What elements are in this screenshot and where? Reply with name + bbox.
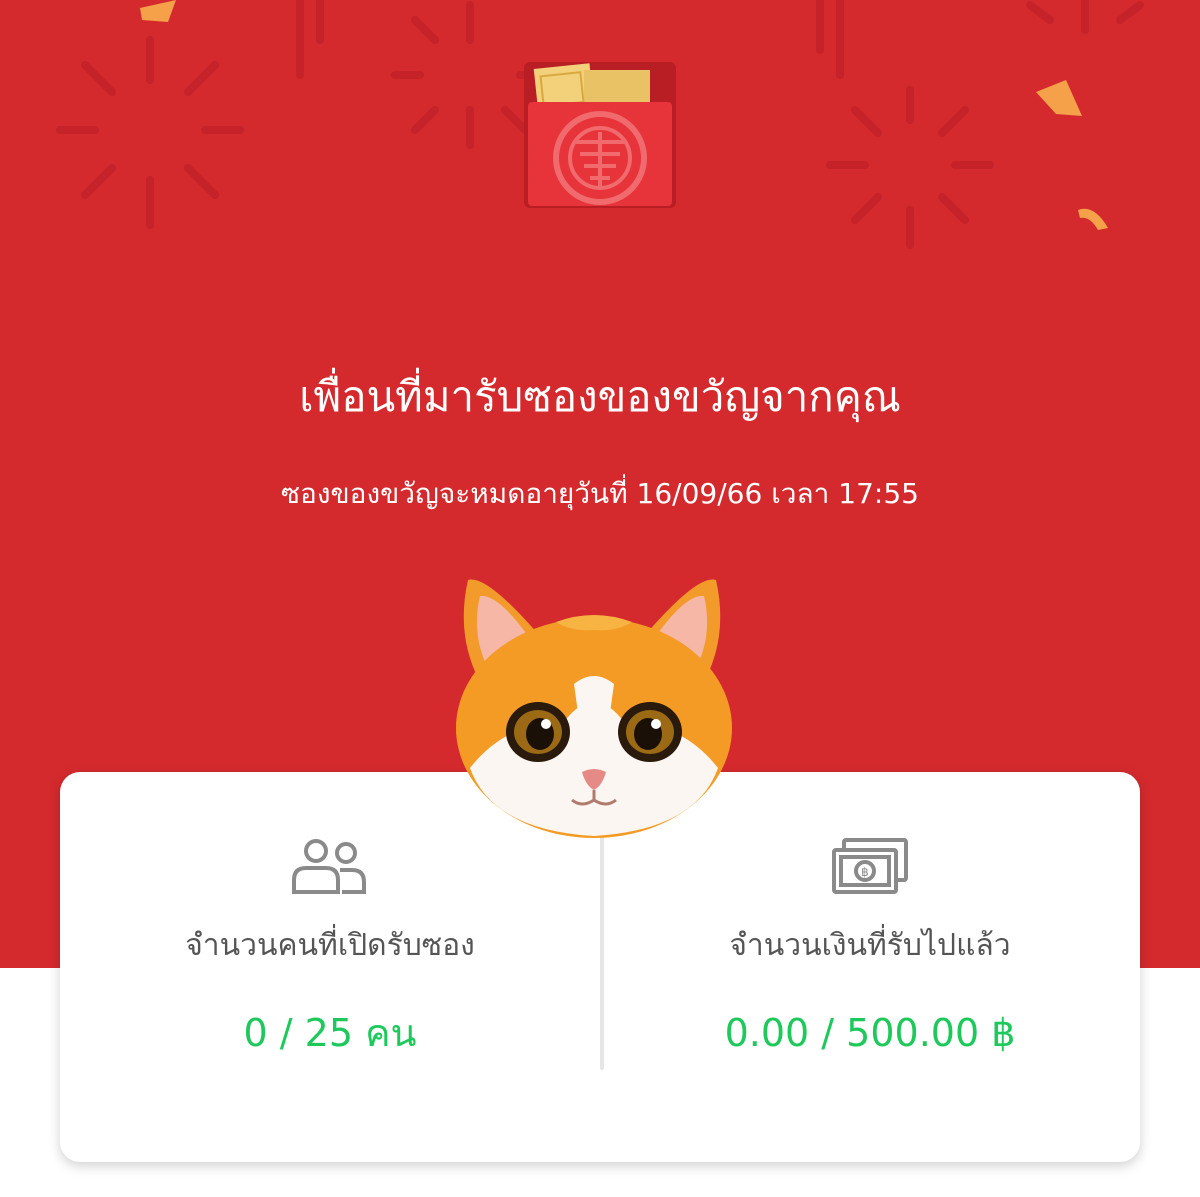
cat-avatar <box>456 579 732 838</box>
svg-text:฿: ฿ <box>861 865 869 879</box>
people-icon <box>292 839 366 894</box>
red-envelope-icon <box>524 62 676 208</box>
amount-stat: ฿ จำนวนเงินที่รับไปแล้ว 0.00 / 500.00 ฿ <box>600 836 1140 1058</box>
expiry-text: ซองของขวัญจะหมดอายุวันที่ 16/09/66 เวลา … <box>281 477 919 510</box>
receivers-label: จำนวนคนที่เปิดรับซอง <box>185 928 475 963</box>
confetti-piece <box>1078 208 1108 230</box>
amount-label: จำนวนเงินที่รับไปแล้ว <box>729 928 1011 963</box>
page-title: เพื่อนที่มารับซองของขวัญจากคุณ <box>299 372 901 421</box>
confetti-piece <box>140 0 176 22</box>
amount-value: 0.00 / 500.00 ฿ <box>724 1011 1016 1055</box>
receivers-value: 0 / 25 คน <box>243 1011 417 1055</box>
banknote-icon: ฿ <box>832 838 908 894</box>
confetti-piece <box>1036 80 1082 116</box>
receivers-stat: จำนวนคนที่เปิดรับซอง 0 / 25 คน <box>60 836 600 1058</box>
